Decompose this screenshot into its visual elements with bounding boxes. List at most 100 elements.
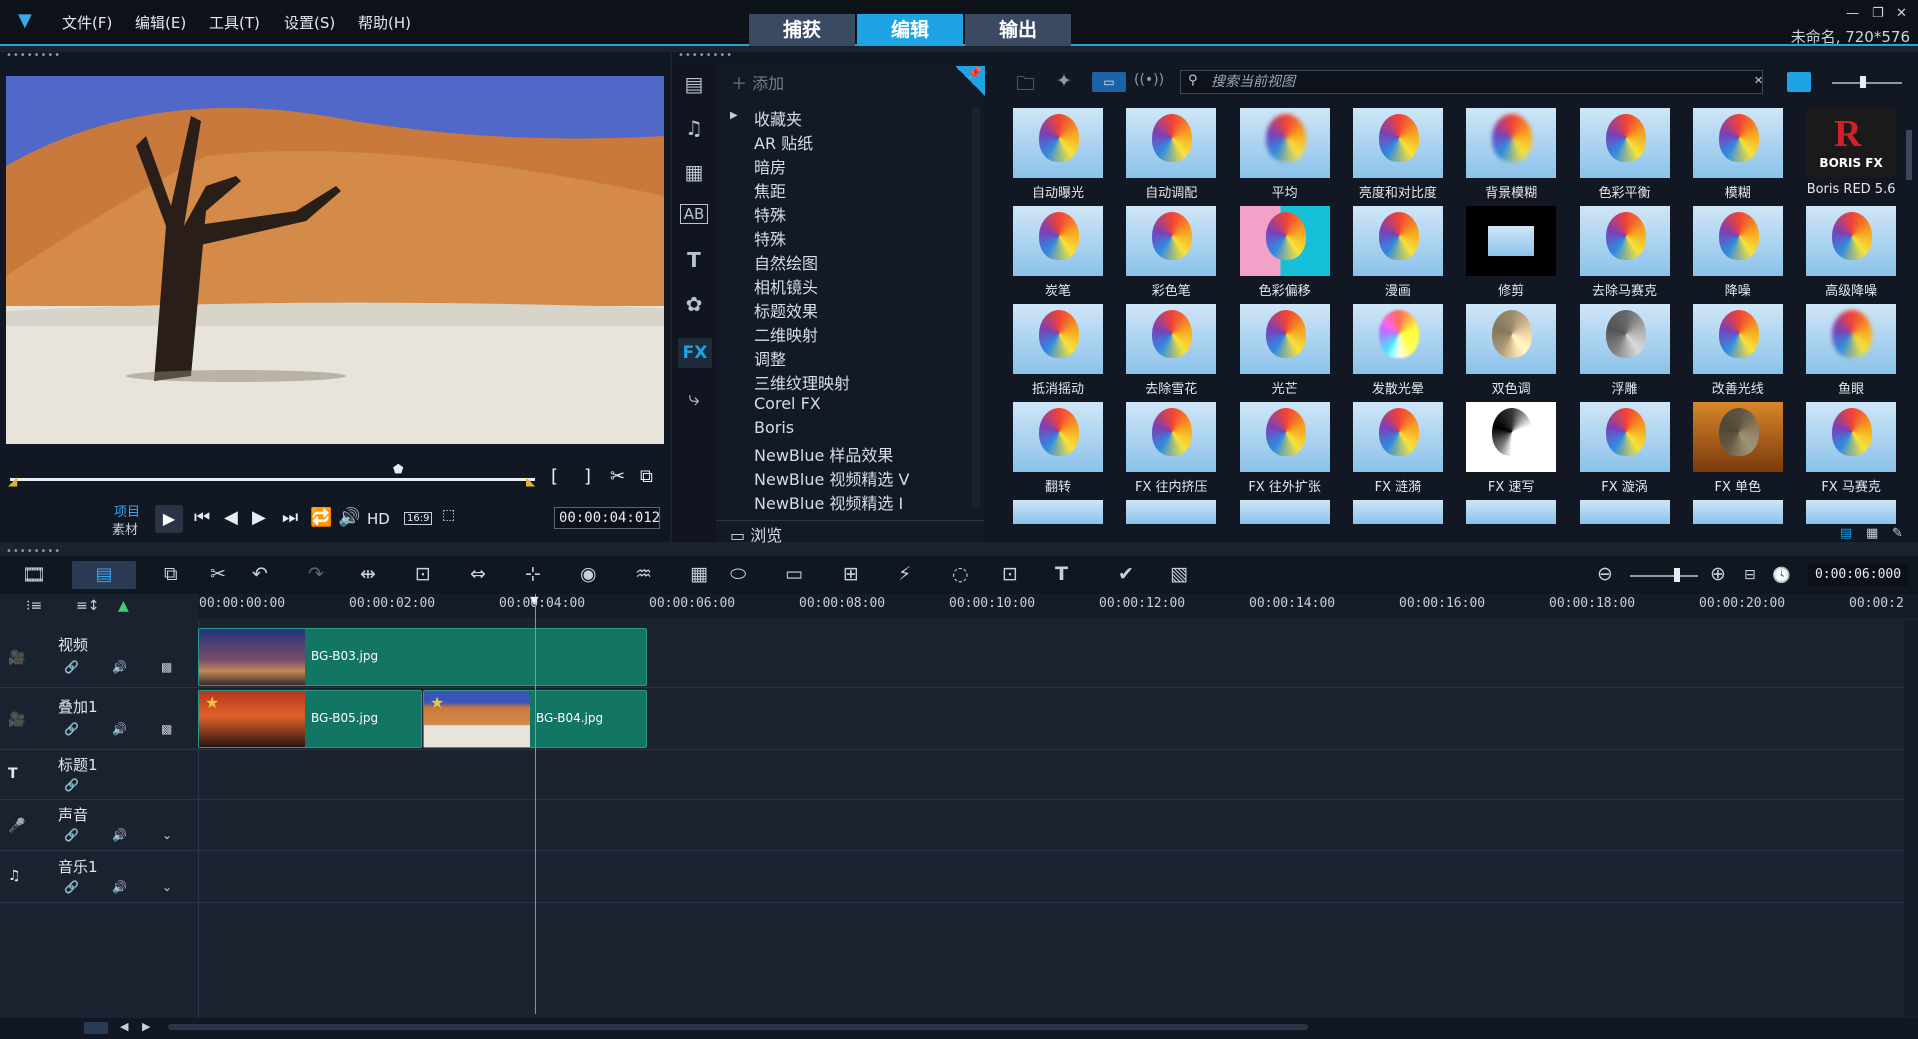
3d-title-icon[interactable]: T — [1055, 563, 1068, 585]
effect-thumbnail-partial[interactable] — [1013, 500, 1103, 524]
effect-thumbnail[interactable]: 双色调 — [1455, 300, 1567, 398]
mode-project[interactable]: 项目 — [114, 501, 140, 520]
effect-thumbnail[interactable]: 漫画 — [1342, 202, 1454, 300]
mark-in-icon[interactable]: [ — [551, 466, 558, 487]
fit-to-window-icon[interactable]: ⇹ — [360, 563, 376, 585]
category-item[interactable]: 三维纹理映射 — [754, 370, 850, 394]
ripple-edit-icon[interactable]: ▩ — [161, 660, 172, 674]
clip-overlay[interactable]: ★ BG-B05.jpg — [198, 690, 422, 748]
record-capture-icon[interactable]: ⊡ — [415, 563, 431, 585]
ripple-icon[interactable]: ⇔ — [470, 563, 486, 585]
effect-thumbnail[interactable]: 背景模糊 — [1455, 104, 1567, 202]
media-icon[interactable]: ▤ — [680, 72, 708, 96]
player-timecode[interactable]: 00:00:04:012 — [554, 507, 660, 529]
effect-thumbnail[interactable]: FX 漩涡 — [1569, 398, 1681, 496]
search-input[interactable]: 搜索当前视图 — [1180, 70, 1763, 94]
category-item[interactable]: 收藏夹 — [754, 106, 802, 130]
zoom-in-icon[interactable]: ⊕ — [1710, 563, 1726, 585]
category-item[interactable]: NewBlue 样品效果 — [754, 442, 893, 466]
enlarge-preview-icon[interactable]: ⧉ — [640, 466, 653, 487]
timeline-vscroll[interactable] — [1904, 620, 1918, 1018]
category-item[interactable]: 相机镜头 — [754, 274, 818, 298]
link-icon[interactable]: 🔗 — [64, 722, 79, 736]
redo-icon[interactable]: ↷ — [308, 563, 324, 585]
effect-thumbnail-partial[interactable] — [1352, 500, 1443, 524]
effect-thumbnail[interactable]: 光芒 — [1229, 300, 1341, 398]
effect-thumbnail-partial[interactable] — [1239, 500, 1330, 524]
browser-scrollbar[interactable] — [1906, 130, 1912, 180]
audio-mixer-icon[interactable]: ♒ — [635, 563, 652, 585]
effect-thumbnail[interactable]: 抵消摇动 — [1002, 300, 1114, 398]
pin-icon[interactable]: 📌 — [955, 66, 985, 96]
pan-zoom-icon[interactable]: ⊡ — [1002, 563, 1018, 585]
edit-icon[interactable]: ✎ — [1892, 526, 1903, 541]
effect-thumbnail[interactable]: 鱼眼 — [1795, 300, 1907, 398]
timeline-ruler[interactable] — [198, 594, 1918, 618]
playhead-handle[interactable]: ▼ — [530, 594, 538, 607]
menu-file[interactable]: 文件(F) — [62, 12, 112, 33]
title-ab-icon[interactable]: AB — [680, 204, 708, 224]
link-icon[interactable]: 🔗 — [64, 778, 79, 792]
mute-icon[interactable]: 🔊 — [112, 828, 127, 842]
mute-icon[interactable]: 🔊 — [112, 722, 127, 736]
effect-thumbnail[interactable]: 彩色笔 — [1115, 202, 1227, 300]
add-track-icon[interactable]: ▲ — [118, 598, 129, 614]
options-icon[interactable]: ▦ — [1866, 526, 1878, 541]
effect-thumbnail[interactable]: FX 速写 — [1455, 398, 1567, 496]
mute-icon[interactable]: 🔊 — [112, 660, 127, 674]
fx-filter-icon[interactable]: FX — [678, 338, 712, 368]
category-item[interactable]: 调整 — [754, 346, 786, 370]
favorite-icon[interactable]: ✦ — [1056, 70, 1072, 92]
zoom-out-icon[interactable]: ⊖ — [1597, 563, 1613, 585]
thumbnail-size-slider[interactable] — [1832, 82, 1902, 84]
category-item[interactable]: AR 贴纸 — [754, 130, 813, 154]
instant-project-icon[interactable]: ♫ — [680, 116, 708, 140]
link-icon[interactable]: 🔗 — [64, 880, 79, 894]
volume-icon[interactable]: 🔊 — [338, 507, 360, 528]
playhead[interactable] — [535, 594, 536, 1014]
tab-capture[interactable]: 捕获 — [749, 14, 855, 46]
multicam-icon[interactable]: ▦ — [690, 563, 708, 585]
effect-thumbnail[interactable]: 自动调配 — [1115, 104, 1227, 202]
show-video-icon[interactable]: ▭ — [1092, 72, 1126, 92]
path-icon[interactable]: ⤷ — [680, 386, 708, 410]
minimize-icon[interactable]: — — [1846, 6, 1859, 21]
undo-icon[interactable]: ↶ — [252, 563, 268, 585]
scroll-jump-icon[interactable] — [84, 1022, 108, 1034]
effect-thumbnail[interactable]: 模糊 — [1682, 104, 1794, 202]
category-item[interactable]: 标题效果 — [754, 298, 818, 322]
link-icon[interactable]: 🔗 — [64, 828, 79, 842]
stabilize-icon[interactable]: ◌ — [952, 563, 969, 585]
folder-icon[interactable]: 🗀 — [1016, 70, 1035, 102]
effect-thumbnail[interactable]: 改善光线 — [1682, 300, 1794, 398]
view-toggle-icon[interactable] — [1787, 72, 1811, 92]
painting-icon[interactable]: ▧ — [1170, 563, 1188, 585]
subtitle-icon[interactable]: ▭ — [785, 563, 803, 585]
next-frame-icon[interactable]: ▶ — [252, 507, 266, 528]
zoom-slider-handle[interactable] — [1674, 568, 1680, 582]
mode-clip[interactable]: 素材 — [112, 519, 138, 538]
restore-icon[interactable]: ❐ — [1872, 6, 1884, 21]
storyboard-view-icon[interactable]: 🎞 — [22, 563, 46, 586]
category-item[interactable]: NewBlue 视频精选 I — [754, 490, 903, 514]
effect-thumbnail[interactable]: FX 往内挤压 — [1115, 398, 1227, 496]
effect-thumbnail[interactable]: FX 涟漪 — [1342, 398, 1454, 496]
blend-icon[interactable]: ⬭ — [730, 563, 746, 585]
panel-grip[interactable]: •••••••• — [678, 50, 733, 61]
category-item[interactable]: 二维映射 — [754, 322, 818, 346]
timeline-view-icon[interactable]: ▤ — [72, 561, 136, 589]
graphics-icon[interactable]: ✿ — [680, 292, 708, 316]
effect-thumbnail[interactable]: 去除马赛克 — [1569, 202, 1681, 300]
category-item[interactable]: Corel FX — [754, 394, 821, 413]
zoom-slider[interactable] — [1630, 575, 1698, 577]
menu-tools[interactable]: 工具(T) — [209, 12, 260, 33]
project-duration-icon[interactable]: 🕓 — [1772, 566, 1791, 584]
goto-end-icon[interactable]: ⏭ — [282, 507, 298, 528]
goto-start-icon[interactable]: ⏮ — [194, 507, 210, 528]
aspect-ratio[interactable]: 16:9 — [404, 512, 433, 525]
effect-thumbnail-partial[interactable] — [1692, 500, 1783, 524]
effect-thumbnail[interactable]: FX 往外扩张 — [1229, 398, 1341, 496]
effect-thumbnail-partial[interactable] — [1466, 500, 1557, 524]
browse-button[interactable]: ▭ 浏览 — [730, 522, 782, 546]
mark-out-icon[interactable]: ] — [584, 466, 591, 487]
